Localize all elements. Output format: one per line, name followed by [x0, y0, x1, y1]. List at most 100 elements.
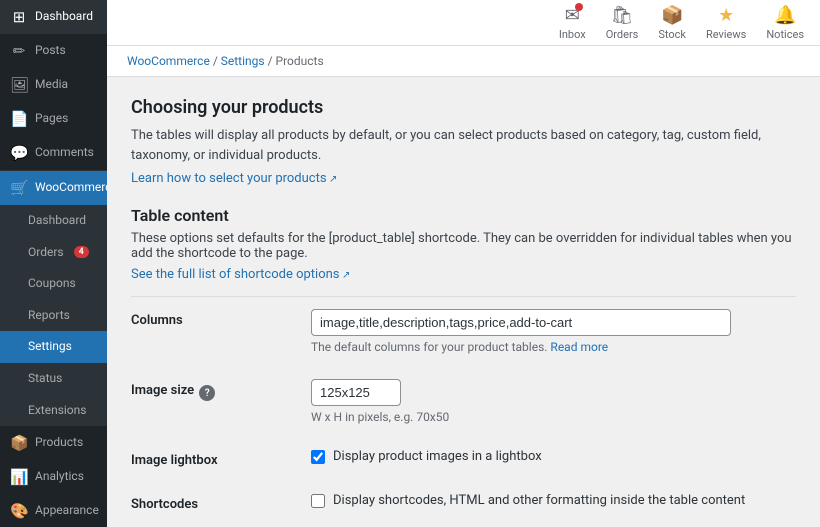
label-shortcodes: Shortcodes: [131, 493, 291, 512]
woo-settings-label: Settings: [28, 339, 72, 355]
sidebar-label-posts: Posts: [35, 43, 66, 59]
sidebar-item-woo-extensions[interactable]: Extensions: [0, 395, 107, 427]
breadcrumb-settings[interactable]: Settings: [221, 54, 265, 68]
sidebar-item-dashboard[interactable]: ⊞ Dashboard: [0, 0, 107, 34]
sidebar-item-woo-dashboard[interactable]: Dashboard: [0, 205, 107, 237]
settings-row-image-lightbox: Image lightbox Display product images in…: [131, 437, 796, 481]
choosing-desc: The tables will display all products by …: [131, 126, 796, 165]
choosing-link[interactable]: Learn how to select your products: [131, 171, 337, 186]
sidebar-item-analytics[interactable]: 📊 Analytics: [0, 460, 107, 494]
table-content-desc: These options set defaults for the [prod…: [131, 231, 796, 261]
image-size-input[interactable]: [311, 379, 401, 406]
control-columns: The default columns for your product tab…: [311, 309, 796, 354]
columns-read-more[interactable]: Read more: [550, 340, 608, 354]
analytics-icon: 📊: [10, 468, 28, 486]
shortcodes-checkbox-row: Display shortcodes, HTML and other forma…: [311, 493, 796, 508]
sidebar-item-woo-status[interactable]: Status: [0, 363, 107, 395]
lightbox-checkbox-row: Display product images in a lightbox: [311, 449, 796, 464]
sidebar-label-appearance: Appearance: [35, 503, 99, 519]
woocommerce-submenu: Dashboard Orders 4 Coupons Reports Setti…: [0, 205, 107, 426]
woo-extensions-label: Extensions: [28, 403, 86, 419]
lightbox-checkbox[interactable]: [311, 450, 325, 464]
woo-reports-label: Reports: [28, 308, 70, 324]
content-area: WooCommerce / Settings / Products Choosi…: [107, 46, 820, 527]
orders-icon: 🛍: [611, 5, 634, 26]
top-bar: ✉ Inbox 🛍 Orders 📦 Stock ★ Reviews 🔔 Not…: [107, 0, 820, 46]
shortcodes-checkbox-label: Display shortcodes, HTML and other forma…: [333, 493, 745, 508]
stock-label: Stock: [658, 28, 686, 41]
products-icon: 📦: [10, 434, 28, 452]
control-image-lightbox: Display product images in a lightbox: [311, 449, 796, 464]
settings-table: Columns The default columns for your pro…: [131, 296, 796, 527]
sidebar-item-woocommerce[interactable]: 🛒 WooCommerce: [0, 171, 107, 205]
breadcrumb-woocommerce[interactable]: WooCommerce: [127, 54, 210, 68]
inbox-label: Inbox: [559, 28, 586, 41]
columns-input[interactable]: [311, 309, 731, 336]
orders-badge: 4: [74, 246, 89, 258]
notices-icon: 🔔: [774, 5, 796, 26]
topbar-orders[interactable]: 🛍 Orders: [606, 5, 639, 41]
sidebar: ⊞ Dashboard ✏ Posts 🖼 Media 📄 Pages 💬 Co…: [0, 0, 107, 527]
sidebar-item-products[interactable]: 📦 Products: [0, 426, 107, 460]
sidebar-item-media[interactable]: 🖼 Media: [0, 68, 107, 102]
breadcrumb: WooCommerce / Settings / Products: [107, 46, 820, 77]
woo-status-label: Status: [28, 371, 62, 387]
label-image-size: Image size ?: [131, 379, 291, 401]
woo-coupons-label: Coupons: [28, 276, 76, 292]
sidebar-label-products: Products: [35, 435, 83, 451]
topbar-inbox[interactable]: ✉ Inbox: [559, 5, 586, 41]
stock-icon: 📦: [661, 5, 683, 26]
woo-orders-label: Orders: [28, 245, 64, 261]
sidebar-woocommerce-section: 🛒 WooCommerce Dashboard Orders 4 Coupons…: [0, 170, 107, 426]
shortcode-options-link[interactable]: See the full list of shortcode options: [131, 267, 350, 282]
settings-row-shortcodes: Shortcodes Display shortcodes, HTML and …: [131, 481, 796, 525]
topbar-notices[interactable]: 🔔 Notices: [766, 5, 804, 41]
inbox-icon: ✉: [565, 5, 580, 26]
label-columns: Columns: [131, 309, 291, 328]
notices-label: Notices: [766, 28, 804, 41]
pages-icon: 📄: [10, 110, 28, 128]
lightbox-checkbox-label: Display product images in a lightbox: [333, 449, 542, 464]
sidebar-label-dashboard: Dashboard: [35, 9, 93, 25]
control-image-size: W x H in pixels, e.g. 70x50: [311, 379, 796, 424]
sidebar-item-woo-coupons[interactable]: Coupons: [0, 268, 107, 300]
control-shortcodes: Display shortcodes, HTML and other forma…: [311, 493, 796, 508]
sidebar-item-woo-reports[interactable]: Reports: [0, 300, 107, 332]
topbar-stock[interactable]: 📦 Stock: [658, 5, 686, 41]
settings-row-columns: Columns The default columns for your pro…: [131, 297, 796, 367]
columns-hint: The default columns for your product tab…: [311, 340, 796, 354]
orders-label: Orders: [606, 28, 639, 41]
sidebar-label-analytics: Analytics: [35, 469, 84, 485]
inbox-dot: [575, 3, 583, 11]
label-image-lightbox: Image lightbox: [131, 449, 291, 468]
reviews-icon: ★: [718, 5, 734, 26]
reviews-label: Reviews: [706, 28, 746, 41]
settings-row-image-size: Image size ? W x H in pixels, e.g. 70x50: [131, 367, 796, 437]
sidebar-item-comments[interactable]: 💬 Comments: [0, 136, 107, 170]
media-icon: 🖼: [10, 76, 28, 94]
sidebar-item-posts[interactable]: ✏ Posts: [0, 34, 107, 68]
sidebar-label-comments: Comments: [35, 145, 94, 161]
posts-icon: ✏: [10, 42, 28, 60]
woo-dashboard-label: Dashboard: [28, 213, 86, 229]
sidebar-label-media: Media: [35, 77, 68, 93]
main-content: Choosing your products The tables will d…: [107, 77, 820, 527]
sidebar-label-pages: Pages: [35, 111, 68, 127]
breadcrumb-current: Products: [276, 54, 324, 68]
sidebar-item-pages[interactable]: 📄 Pages: [0, 102, 107, 136]
table-content-section: Table content These options set defaults…: [131, 206, 796, 282]
image-size-hint: W x H in pixels, e.g. 70x50: [311, 410, 796, 424]
sidebar-label-woocommerce: WooCommerce: [35, 180, 107, 196]
topbar-reviews[interactable]: ★ Reviews: [706, 5, 746, 41]
sidebar-item-appearance[interactable]: 🎨 Appearance: [0, 494, 107, 527]
table-content-title: Table content: [131, 206, 796, 225]
appearance-icon: 🎨: [10, 502, 28, 520]
shortcodes-checkbox[interactable]: [311, 494, 325, 508]
image-size-help-icon[interactable]: ?: [199, 385, 215, 401]
sidebar-item-woo-settings[interactable]: Settings: [0, 331, 107, 363]
comments-icon: 💬: [10, 144, 28, 162]
woocommerce-icon: 🛒: [10, 179, 28, 197]
choosing-title: Choosing your products: [131, 97, 796, 118]
sidebar-item-woo-orders[interactable]: Orders 4: [0, 237, 107, 269]
dashboard-icon: ⊞: [10, 8, 28, 26]
